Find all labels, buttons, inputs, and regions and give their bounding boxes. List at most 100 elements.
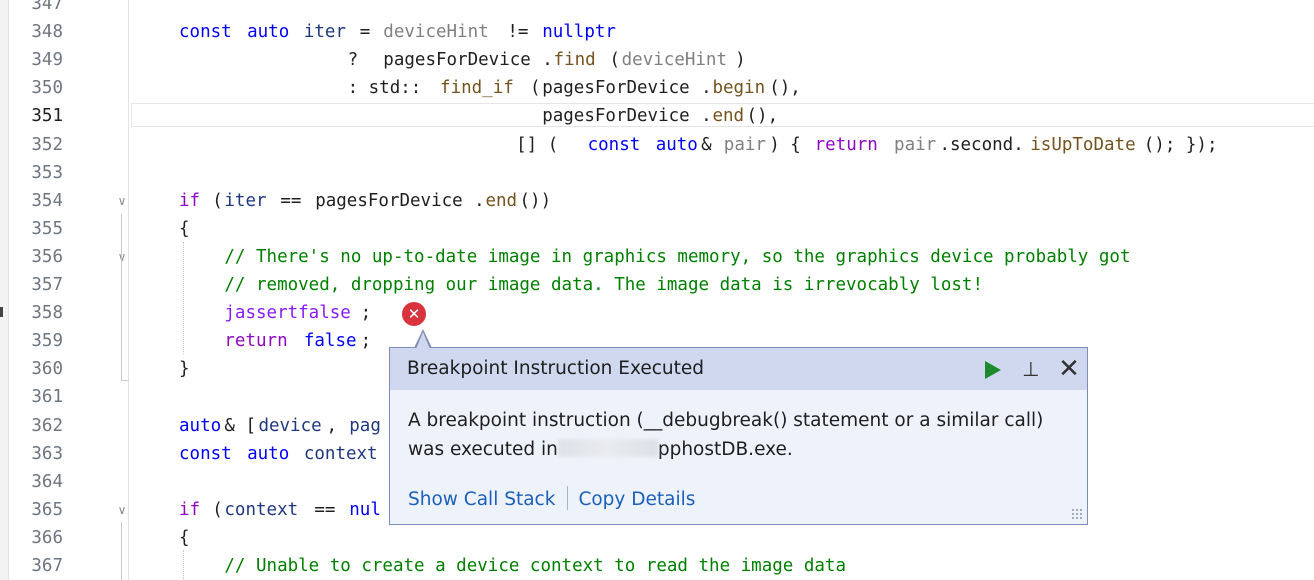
line-number: 365 bbox=[31, 499, 63, 520]
code-token: ; bbox=[360, 303, 372, 324]
code-token: & bbox=[701, 134, 723, 155]
code-token: end bbox=[712, 106, 745, 127]
code-token: false bbox=[303, 331, 357, 352]
code-token: . bbox=[701, 78, 712, 99]
line-number: 358 bbox=[31, 303, 63, 324]
code-line[interactable]: 352 [] (const auto & pair) { return pair.… bbox=[0, 131, 1314, 159]
line-number: 350 bbox=[31, 78, 63, 99]
code-line[interactable]: 350 : std:: find_if (pagesForDevice. begin… bbox=[0, 74, 1314, 102]
code-token: const bbox=[179, 22, 232, 43]
popup-header: Breakpoint Instruction Executed ⊥ ✕ bbox=[390, 348, 1087, 390]
code-token: pair bbox=[723, 134, 766, 155]
line-number: 360 bbox=[31, 359, 63, 380]
code-token: find bbox=[553, 50, 596, 71]
code-line[interactable]: 351 pagesForDevice. end (), bbox=[0, 102, 1314, 130]
message-line-2: was executed in pphostDB.exe. bbox=[408, 435, 1068, 464]
chevron-down-icon[interactable]: ∨ bbox=[114, 502, 130, 518]
code-token: pagesForDevice bbox=[383, 50, 531, 71]
line-number: 353 bbox=[31, 162, 63, 183]
code-token: = bbox=[349, 22, 381, 43]
close-button[interactable]: ✕ bbox=[1056, 356, 1082, 382]
show-call-stack-link[interactable]: Show Call Stack bbox=[408, 489, 555, 510]
redacted-text bbox=[557, 439, 658, 457]
chevron-down-icon[interactable]: ∨ bbox=[114, 193, 130, 209]
code-token: begin bbox=[712, 78, 766, 99]
code-token: iter bbox=[224, 190, 267, 211]
code-token: . bbox=[542, 50, 553, 71]
code-token: (), bbox=[769, 78, 801, 99]
code-token: pag bbox=[349, 415, 381, 436]
continue-button[interactable] bbox=[979, 356, 1005, 382]
line-number: 356 bbox=[31, 246, 63, 267]
link-separator bbox=[567, 486, 569, 510]
code-token: if bbox=[179, 499, 201, 520]
code-line[interactable]: 366 { bbox=[0, 524, 1314, 552]
code-line[interactable]: 358 jassertfalse; bbox=[0, 299, 1314, 327]
code-token: // removed, dropping our image data. The… bbox=[224, 275, 983, 295]
code-token: ( bbox=[201, 190, 223, 211]
fold-guide bbox=[121, 270, 122, 298]
copy-details-link[interactable]: Copy Details bbox=[578, 489, 695, 510]
code-token: ( bbox=[201, 499, 223, 520]
resize-grip-icon[interactable] bbox=[1071, 508, 1083, 520]
code-token: { bbox=[179, 218, 190, 239]
code-line[interactable]: 348 const auto iter = deviceHint != nullp… bbox=[0, 18, 1314, 46]
code-token: auto bbox=[179, 415, 222, 436]
code-line[interactable]: 367 // Unable to create a device context… bbox=[0, 552, 1314, 580]
code-token: } bbox=[179, 359, 190, 380]
code-token: isUpToDate bbox=[1030, 134, 1136, 155]
code-token: pair bbox=[894, 134, 937, 155]
indent-guide bbox=[183, 550, 184, 580]
code-token: ; bbox=[360, 331, 372, 352]
code-token: device bbox=[258, 415, 322, 436]
message-prefix: was executed in bbox=[408, 439, 558, 460]
code-token: pagesForDevice bbox=[542, 78, 690, 99]
code-line[interactable]: 355 { bbox=[0, 215, 1314, 243]
popup-pointer-inner bbox=[416, 332, 430, 349]
code-token: ( bbox=[598, 50, 621, 71]
line-number: 352 bbox=[31, 134, 63, 155]
code-token: ) { bbox=[769, 134, 812, 155]
code-token: (), bbox=[746, 106, 779, 127]
error-icon[interactable]: ✕ bbox=[402, 302, 426, 326]
code-token: end bbox=[485, 190, 518, 211]
chevron-down-icon[interactable]: ∨ bbox=[114, 249, 130, 265]
code-line[interactable]: 349 ? pagesForDevice. find (deviceHint) bbox=[0, 46, 1314, 74]
code-token: jassertfalse bbox=[224, 303, 351, 324]
code-line[interactable]: 347 bbox=[0, 0, 1314, 18]
code-line[interactable]: 357 // removed, dropping our image data.… bbox=[0, 271, 1314, 299]
code-token: nullptr bbox=[542, 22, 616, 43]
popup-title: Breakpoint Instruction Executed bbox=[407, 358, 705, 379]
fold-guide bbox=[121, 522, 122, 580]
popup-actions: Show Call Stack Copy Details bbox=[408, 486, 695, 510]
line-number: 354 bbox=[31, 190, 63, 211]
code-token: // There's no up-to-date image in graphi… bbox=[224, 246, 1131, 267]
code-token: == bbox=[303, 499, 346, 520]
code-token: auto bbox=[247, 22, 290, 43]
line-number: 363 bbox=[31, 443, 63, 464]
code-line[interactable]: 354 ∨ if (iter == pagesForDevice. end()) bbox=[0, 187, 1314, 215]
line-number: 351 bbox=[31, 106, 63, 127]
line-number: 359 bbox=[31, 331, 63, 352]
code-token: . bbox=[474, 190, 485, 211]
code-line[interactable]: 356 ∨ // There's no up-to-date image in g… bbox=[0, 243, 1314, 271]
code-token: iter bbox=[303, 22, 346, 43]
line-number: 349 bbox=[31, 50, 63, 71]
code-token: auto bbox=[247, 443, 290, 464]
code-token: : std:: bbox=[179, 78, 422, 99]
line-number: 366 bbox=[31, 527, 63, 548]
code-token: context bbox=[224, 499, 299, 520]
code-token: deviceHint bbox=[621, 50, 727, 71]
line-number: 348 bbox=[31, 22, 63, 43]
code-line[interactable]: 353 bbox=[0, 159, 1314, 187]
pin-button[interactable]: ⊥ bbox=[1018, 356, 1044, 382]
